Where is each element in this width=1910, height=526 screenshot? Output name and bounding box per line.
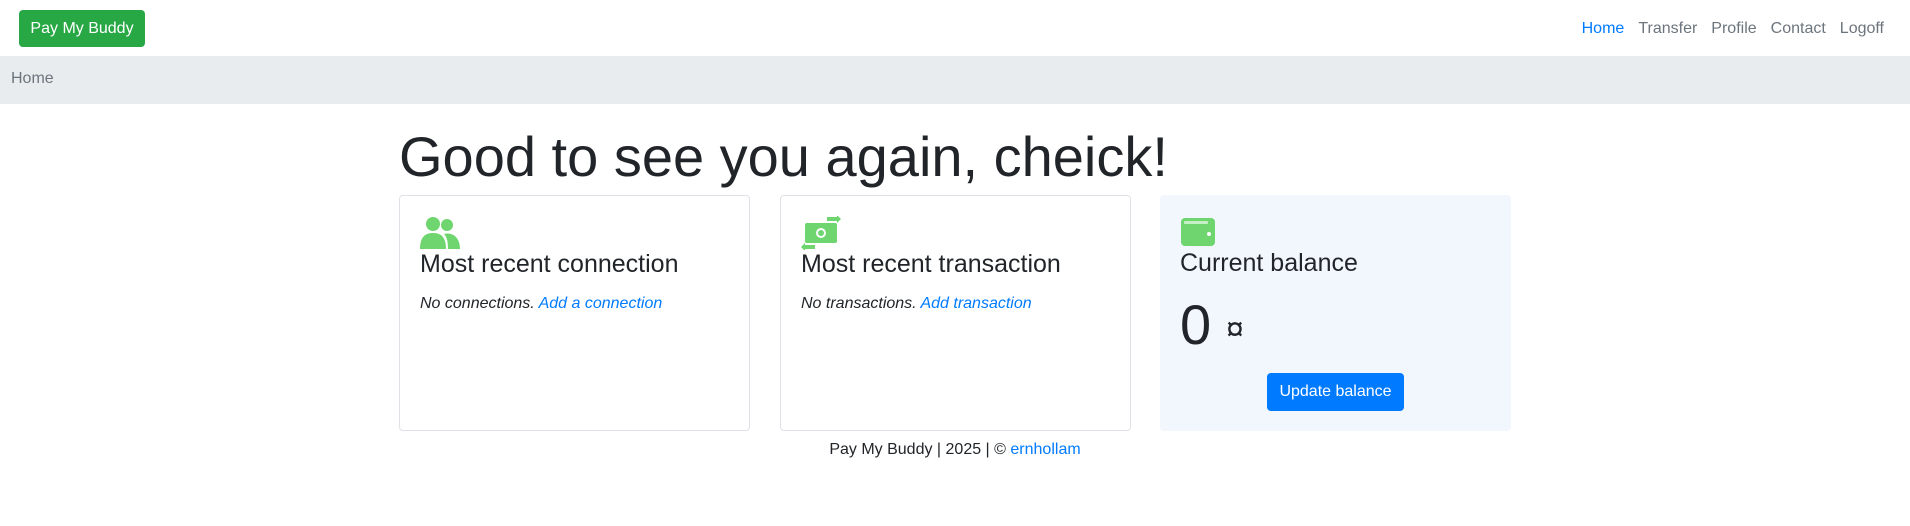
breadcrumb: Home [11, 70, 54, 87]
add-transaction-link[interactable]: Add transaction [920, 295, 1031, 312]
connection-card: Most recent connection No connections. A… [399, 195, 750, 431]
footer: Pay My Buddy | 2025 | © ernhollam [0, 441, 1910, 459]
add-connection-link[interactable]: Add a connection [539, 295, 663, 312]
currency-symbol: ¤ [1226, 311, 1244, 347]
money-transfer-icon [801, 216, 841, 250]
transaction-card-text: No transactions. Add transaction [801, 295, 1032, 313]
balance-card: Current balance 0 ¤ Update balance [1160, 195, 1511, 431]
brand-button[interactable]: Pay My Buddy [19, 10, 145, 47]
author-link[interactable]: ernhollam [1010, 441, 1080, 458]
nav-link-profile[interactable]: Profile [1704, 18, 1763, 40]
update-balance-button[interactable]: Update balance [1267, 373, 1404, 411]
users-icon [420, 217, 460, 249]
transaction-card: Most recent transaction No transactions.… [780, 195, 1131, 431]
nav-link-transfer[interactable]: Transfer [1631, 18, 1704, 40]
balance-card-title: Current balance [1180, 249, 1358, 277]
connection-card-text: No connections. Add a connection [420, 295, 662, 313]
nav-link-home[interactable]: Home [1575, 18, 1632, 40]
nav-link-contact[interactable]: Contact [1764, 18, 1833, 40]
nav-link-logoff[interactable]: Logoff [1833, 18, 1891, 40]
no-connections-text: No connections. [420, 295, 535, 312]
wallet-icon [1181, 218, 1215, 246]
navbar: Pay My Buddy Home Transfer Profile Conta… [0, 0, 1910, 56]
balance-amount: 0 [1180, 293, 1212, 356]
no-transactions-text: No transactions. [801, 295, 917, 312]
connection-card-title: Most recent connection [420, 250, 679, 278]
transaction-card-title: Most recent transaction [801, 250, 1061, 278]
breadcrumb-bar: Home [0, 56, 1910, 104]
footer-text: Pay My Buddy | 2025 | © [829, 441, 1006, 458]
nav-links: Home Transfer Profile Contact Logoff [1575, 18, 1891, 40]
page-title: Good to see you again, cheick! [399, 125, 1168, 188]
